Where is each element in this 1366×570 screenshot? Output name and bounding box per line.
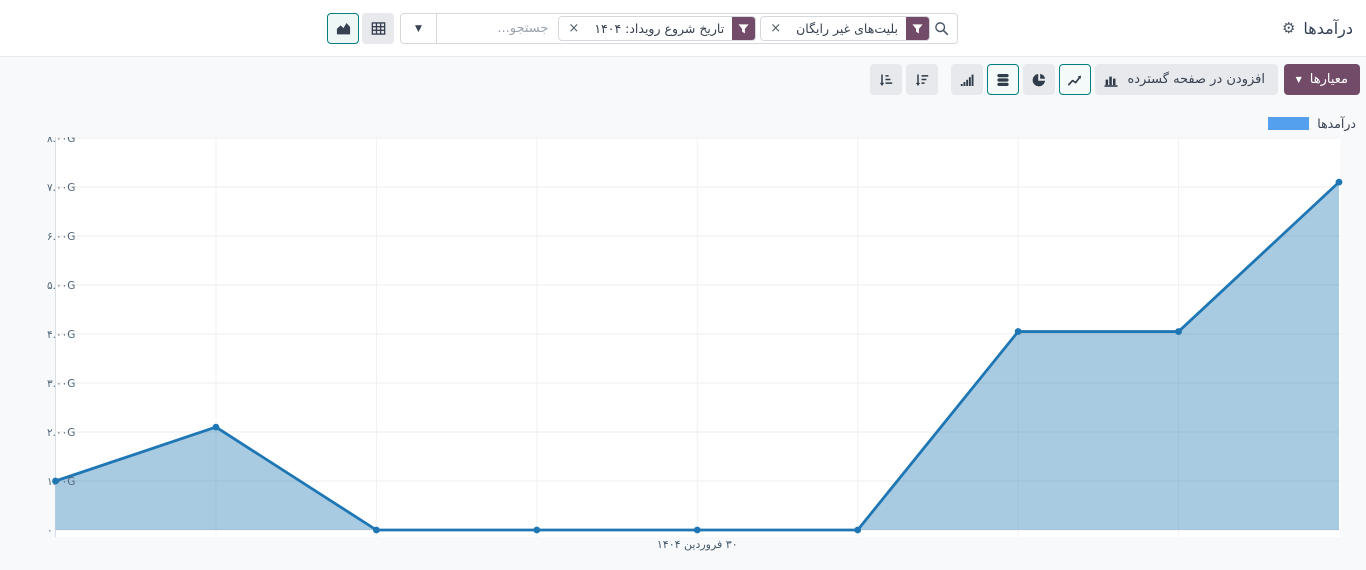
cumulative-bars-icon — [959, 72, 975, 88]
revenues-graph-page: { "app": { "title": "درآمدها" }, "icons"… — [0, 0, 1366, 570]
sort-descending-button[interactable] — [906, 64, 938, 95]
stacked-database-icon — [995, 72, 1011, 88]
stacked-toggle-button[interactable] — [987, 64, 1019, 95]
sort-ascending-button[interactable] — [870, 64, 902, 95]
svg-text:۶.۰۰G: ۶.۰۰G — [47, 231, 75, 243]
facet-remove-icon[interactable]: × — [559, 22, 586, 35]
filter-funnel-icon — [906, 17, 929, 40]
gear-icon[interactable]: ⚙ — [1282, 21, 1295, 36]
add-to-spreadsheet-label: افزودن در صفحه گسترده — [1127, 72, 1265, 87]
sort-ascending-icon — [878, 72, 894, 88]
facet-label: بلیت‌های غیر رایگان — [788, 21, 906, 36]
cumulative-toggle-button[interactable] — [951, 64, 983, 95]
toolbar-divider — [942, 64, 947, 95]
legend-color-swatch — [1268, 117, 1309, 130]
view-switcher — [327, 13, 394, 44]
area-chart-icon — [335, 20, 352, 37]
svg-text:۵.۰۰G: ۵.۰۰G — [47, 280, 75, 292]
svg-text:۲.۰۰G: ۲.۰۰G — [47, 427, 75, 439]
line-chart-icon — [1067, 72, 1083, 88]
chart-legend-item[interactable]: درآمدها — [1268, 116, 1356, 131]
add-to-spreadsheet-button[interactable]: افزودن در صفحه گسترده — [1114, 64, 1278, 95]
pivot-view-button[interactable] — [362, 13, 394, 44]
pivot-table-icon — [370, 20, 387, 37]
top-bar: درآمدها ⚙ بلیت‌های غیر رایگان × تاریخ شر… — [0, 0, 1366, 57]
filter-funnel-icon — [732, 17, 755, 40]
chart-toolbar — [870, 64, 1127, 95]
search-facet-tickets: بلیت‌های غیر رایگان × — [760, 16, 930, 41]
search-options-toggle[interactable]: ▼ — [401, 14, 437, 43]
sort-descending-icon — [914, 72, 930, 88]
search-facets-area: بلیت‌های غیر رایگان × تاریخ شروع رویداد:… — [437, 14, 957, 43]
bar-chart-icon — [1103, 72, 1119, 88]
pie-chart-button[interactable] — [1023, 64, 1055, 95]
facet-label: تاریخ شروع رویداد: ۱۴۰۴ — [586, 21, 732, 36]
search-bar: بلیت‌های غیر رایگان × تاریخ شروع رویداد:… — [400, 13, 958, 44]
bar-chart-button[interactable] — [1095, 64, 1127, 95]
breadcrumb: درآمدها ⚙ — [1282, 0, 1353, 56]
svg-text:۰: ۰ — [47, 525, 53, 537]
legend-label: درآمدها — [1317, 116, 1356, 131]
facet-remove-icon[interactable]: × — [761, 22, 788, 35]
chevron-down-icon: ▼ — [1296, 75, 1302, 84]
search-icon — [934, 21, 949, 36]
pie-chart-icon — [1031, 72, 1047, 88]
search-facet-event-date: تاریخ شروع رویداد: ۱۴۰۴ × — [558, 16, 756, 41]
chevron-down-icon: ▼ — [415, 24, 422, 34]
revenue-chart[interactable]: ۰ ۱.۰۰G ۲.۰۰G ۳.۰۰G ۴.۰۰G ۵.۰۰G ۶.۰۰G ۷.۰۰G ۸.۰۰… — [0, 137, 1366, 570]
svg-text:۳.۰۰G: ۳.۰۰G — [47, 378, 75, 390]
line-chart-button[interactable] — [1059, 64, 1091, 95]
svg-text:۷.۰۰G: ۷.۰۰G — [47, 182, 75, 194]
svg-text:۳۰ فروردین ۱۴۰۴: ۳۰ فروردین ۱۴۰۴ — [657, 538, 738, 551]
measures-label: معیارها — [1310, 72, 1348, 87]
svg-text:۴.۰۰G: ۴.۰۰G — [47, 329, 75, 341]
search-input[interactable] — [441, 21, 554, 36]
svg-text:۱.۰۰G: ۱.۰۰G — [47, 476, 75, 488]
measures-button[interactable]: معیارها ▼ — [1284, 64, 1360, 95]
page-title: درآمدها — [1303, 19, 1353, 38]
graph-view-button[interactable] — [327, 13, 359, 44]
svg-text:۸.۰۰G: ۸.۰۰G — [47, 137, 75, 145]
